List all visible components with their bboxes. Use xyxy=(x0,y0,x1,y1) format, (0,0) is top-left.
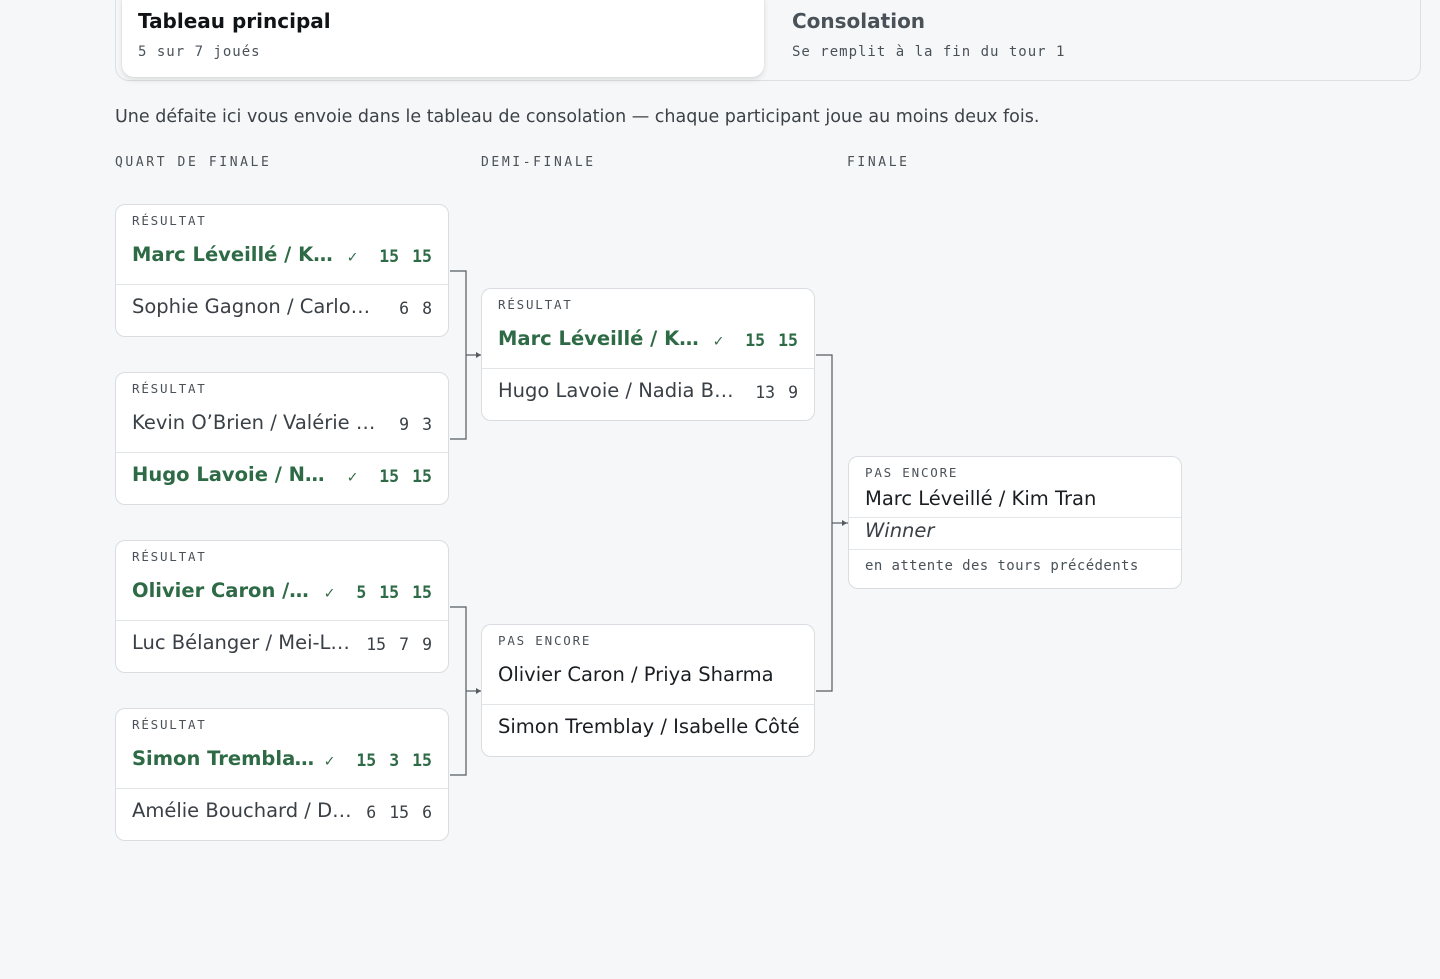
set-score: 9 xyxy=(788,383,798,402)
check-icon: ✓ xyxy=(324,583,335,602)
set-score: 9 xyxy=(422,635,432,654)
match-status: RÉSULTAT xyxy=(498,297,573,312)
row-divider xyxy=(116,452,448,453)
set-score: 13 xyxy=(755,383,776,402)
set-score: 15 xyxy=(379,467,400,486)
set-score: 6 xyxy=(422,803,432,822)
row-divider xyxy=(849,517,1181,518)
team-scores: 6 8 xyxy=(399,299,432,318)
team-name: Marc Léveillé / Kim Tran xyxy=(132,243,337,266)
team-scores: 6 15 6 xyxy=(366,803,432,822)
check-icon: ✓ xyxy=(347,247,358,266)
set-score: 15 xyxy=(412,247,432,266)
waiting-note: en attente des tours précédents xyxy=(865,558,1139,574)
match-status: PAS ENCORE xyxy=(498,633,592,648)
team-row: Kevin O’Brien / Valérie D… 9 3 xyxy=(116,405,448,441)
check-icon: ✓ xyxy=(713,331,724,350)
team-row: Simon Tremblay / Isabelle Côté ✓ 15 3 15 xyxy=(116,741,448,777)
team-row: Amélie Bouchard / De… 6 15 6 xyxy=(116,793,448,829)
row-divider xyxy=(116,788,448,789)
team-name: Hugo Lavoie / Nadia Be… xyxy=(132,463,337,486)
set-score: 5 xyxy=(356,583,367,602)
set-score: 15 xyxy=(778,331,798,350)
team-row: Marc Léveillé / Kim Tran ✓ 15 15 xyxy=(482,321,814,357)
check-icon: ✓ xyxy=(347,467,358,486)
team-name: Luc Bélanger / Mei-Li… xyxy=(132,631,350,654)
match-status: RÉSULTAT xyxy=(132,381,207,396)
set-score: 15 xyxy=(379,247,400,266)
match-status: RÉSULTAT xyxy=(132,213,207,228)
team-scores: ✓ 15 15 xyxy=(348,247,432,266)
match-card-qf1[interactable]: RÉSULTAT Marc Léveillé / Kim Tran ✓ 15 1… xyxy=(115,204,449,337)
team-row: Luc Bélanger / Mei-Li… 15 7 9 xyxy=(116,625,448,661)
set-score: 6 xyxy=(399,299,410,318)
set-score: 9 xyxy=(399,415,410,434)
set-score: 15 xyxy=(412,583,432,602)
row-divider xyxy=(116,620,448,621)
set-score: 3 xyxy=(389,751,400,770)
team-name: Simon Tremblay / Isabelle Côté xyxy=(132,747,322,770)
winner-placeholder: Winner xyxy=(865,519,935,542)
team-name: Marc Léveillé / Kim Tran xyxy=(498,327,703,350)
team-name: Kevin O’Brien / Valérie D… xyxy=(132,411,382,434)
team-name: Olivier Caron / Priya Sharma xyxy=(132,579,312,602)
team-name: Olivier Caron / Priya Sharma xyxy=(498,663,774,686)
team-scores: 15 7 9 xyxy=(366,635,432,654)
row-divider xyxy=(116,284,448,285)
set-score: 15 xyxy=(379,583,400,602)
team-row: Hugo Lavoie / Nadia Be… 13 9 xyxy=(482,373,814,409)
set-score: 15 xyxy=(356,751,377,770)
set-score: 15 xyxy=(412,467,432,486)
row-divider xyxy=(482,368,814,369)
team-scores: 13 9 xyxy=(755,383,798,402)
set-score: 15 xyxy=(366,635,387,654)
team-scores: 9 3 xyxy=(399,415,432,434)
match-card-sf1[interactable]: RÉSULTAT Marc Léveillé / Kim Tran ✓ 15 1… xyxy=(481,288,815,421)
row-divider xyxy=(849,549,1181,550)
set-score: 15 xyxy=(389,803,410,822)
team-name: Amélie Bouchard / De… xyxy=(132,799,357,822)
team-scores: ✓ 15 3 15 xyxy=(325,751,432,770)
team-row: Marc Léveillé / Kim Tran ✓ 15 15 xyxy=(116,237,448,273)
team-row: Olivier Caron / Priya Sharma xyxy=(482,657,814,693)
set-score: 6 xyxy=(366,803,377,822)
match-card-qf3[interactable]: RÉSULTAT Olivier Caron / Priya Sharma ✓ … xyxy=(115,540,449,673)
check-icon: ✓ xyxy=(324,751,335,770)
team-name: Marc Léveillé / Kim Tran xyxy=(865,487,1097,510)
match-card-qf2[interactable]: RÉSULTAT Kevin O’Brien / Valérie D… 9 3 … xyxy=(115,372,449,505)
team-scores: ✓ 15 15 xyxy=(714,331,798,350)
team-name: Simon Tremblay / Isabelle Côté xyxy=(498,715,800,738)
match-status: RÉSULTAT xyxy=(132,549,207,564)
set-score: 7 xyxy=(399,635,410,654)
match-card-qf4[interactable]: RÉSULTAT Simon Tremblay / Isabelle Côté … xyxy=(115,708,449,841)
match-card-final[interactable]: PAS ENCORE Marc Léveillé / Kim Tran Winn… xyxy=(848,456,1182,589)
row-divider xyxy=(482,704,814,705)
set-score: 8 xyxy=(422,299,432,318)
team-name: Hugo Lavoie / Nadia Be… xyxy=(498,379,738,402)
set-score: 15 xyxy=(412,751,432,770)
set-score: 3 xyxy=(422,415,432,434)
team-row: Sophie Gagnon / Carlos … 6 8 xyxy=(116,289,448,325)
match-card-sf2[interactable]: PAS ENCORE Olivier Caron / Priya Sharma … xyxy=(481,624,815,757)
team-name: Sophie Gagnon / Carlos … xyxy=(132,295,377,318)
match-status: PAS ENCORE xyxy=(865,465,959,480)
match-status: RÉSULTAT xyxy=(132,717,207,732)
team-scores: ✓ 5 15 15 xyxy=(325,583,432,602)
team-row: Hugo Lavoie / Nadia Be… ✓ 15 15 xyxy=(116,457,448,493)
team-row: Simon Tremblay / Isabelle Côté xyxy=(482,709,814,745)
set-score: 15 xyxy=(745,331,766,350)
team-row: Olivier Caron / Priya Sharma ✓ 5 15 15 xyxy=(116,573,448,609)
team-scores: ✓ 15 15 xyxy=(348,467,432,486)
